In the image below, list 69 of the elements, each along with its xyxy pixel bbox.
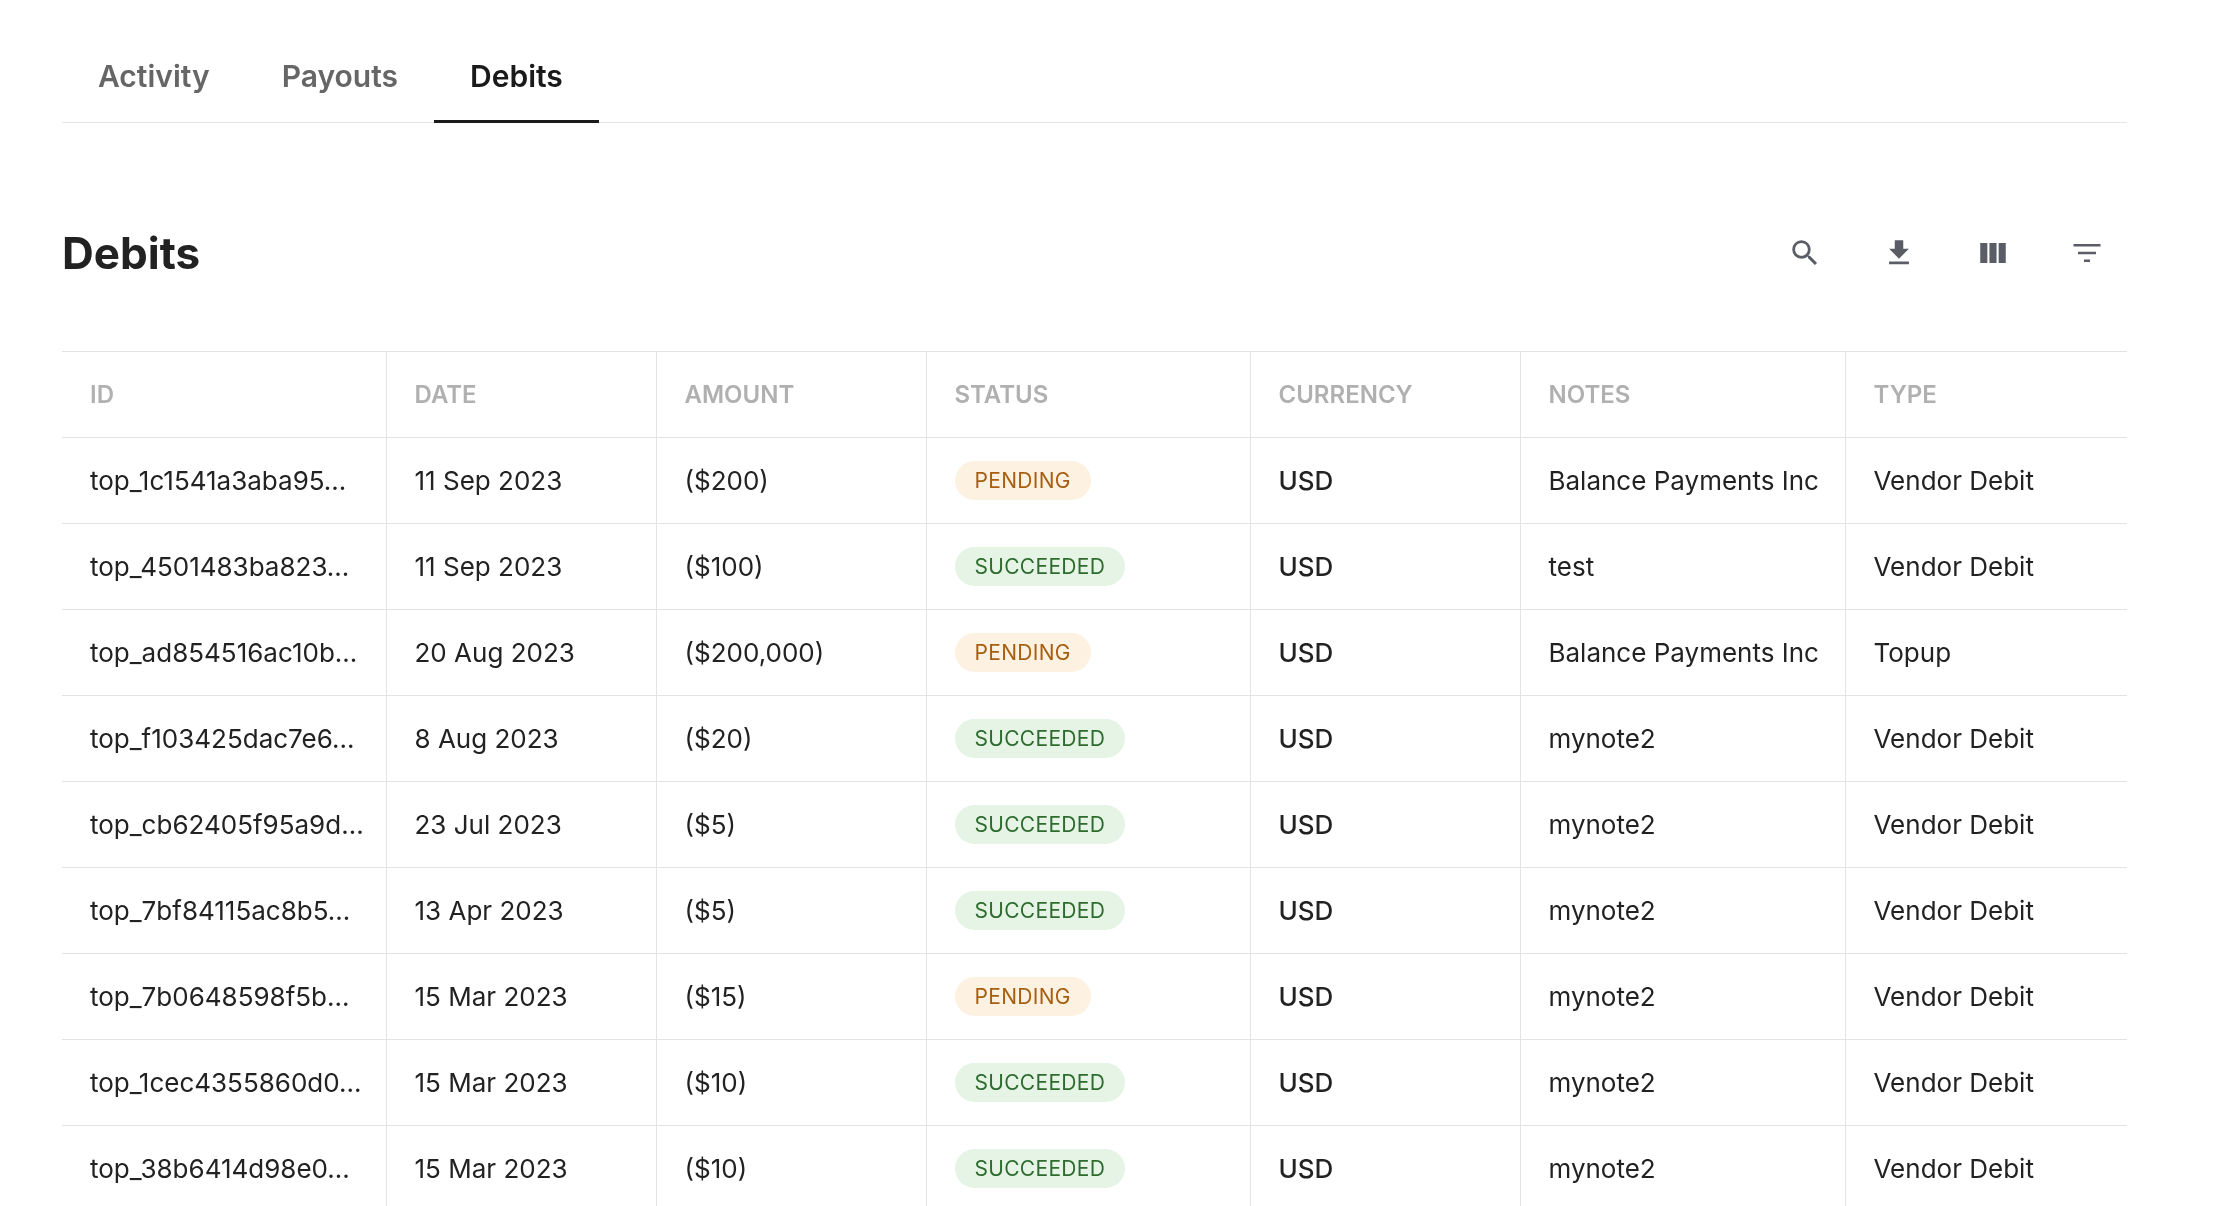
table-cell: ($200,000): [656, 609, 926, 696]
table-cell: mynote2: [1520, 1039, 1845, 1126]
table-cell: Balance Payments Inc: [1520, 437, 1845, 524]
column-header: AMOUNT: [656, 351, 926, 438]
column-header: DATE: [386, 351, 656, 438]
table-cell: USD: [1250, 695, 1520, 782]
table-cell: Vendor Debit: [1845, 781, 2127, 868]
table-cell: ($10): [656, 1039, 926, 1126]
table-cell: ($15): [656, 953, 926, 1040]
table-cell: Vendor Debit: [1845, 437, 2127, 524]
table-cell: top_4501483ba823...: [62, 523, 386, 610]
table-cell: USD: [1250, 781, 1520, 868]
table-cell: 11 Sep 2023: [386, 437, 656, 524]
table-cell: 13 Apr 2023: [386, 867, 656, 954]
table-cell: mynote2: [1520, 867, 1845, 954]
table-cell: ($20): [656, 695, 926, 782]
table-cell: top_7bf84115ac8b5...: [62, 867, 386, 954]
tab[interactable]: Payouts: [245, 52, 434, 123]
table-cell: 15 Mar 2023: [386, 1039, 656, 1126]
table-cell: ($100): [656, 523, 926, 610]
status-badge: PENDING: [954, 461, 1091, 500]
page-title: Debits: [62, 226, 201, 280]
table-cell: top_7b0648598f5b...: [62, 953, 386, 1040]
table-cell: 8 Aug 2023: [386, 695, 656, 782]
column-header: STATUS: [926, 351, 1250, 438]
table-cell: USD: [1250, 523, 1520, 610]
column-header: TYPE: [1845, 351, 2127, 438]
status-badge: SUCCEEDED: [954, 719, 1126, 758]
table-cell: Topup: [1845, 609, 2127, 696]
table-cell: 11 Sep 2023: [386, 523, 656, 610]
tab[interactable]: Debits: [434, 52, 599, 123]
status-badge: PENDING: [954, 977, 1091, 1016]
table-cell: 15 Mar 2023: [386, 953, 656, 1040]
table-cell: test: [1520, 523, 1845, 610]
table-cell: USD: [1250, 953, 1520, 1040]
table-cell: Vendor Debit: [1845, 523, 2127, 610]
table-cell: USD: [1250, 867, 1520, 954]
table-cell: top_ad854516ac10b...: [62, 609, 386, 696]
table-cell: USD: [1250, 437, 1520, 524]
table-cell: Vendor Debit: [1845, 1039, 2127, 1126]
tab[interactable]: Activity: [62, 52, 246, 123]
table-cell: Vendor Debit: [1845, 953, 2127, 1040]
status-badge: PENDING: [954, 633, 1091, 672]
table-cell: mynote2: [1520, 953, 1845, 1040]
table-cell: top_1c1541a3aba95...: [62, 437, 386, 524]
column-header: NOTES: [1520, 351, 1845, 438]
table-cell: Vendor Debit: [1845, 695, 2127, 782]
status-badge: SUCCEEDED: [954, 1063, 1126, 1102]
table-cell: ($5): [656, 867, 926, 954]
status-badge: SUCCEEDED: [954, 547, 1126, 586]
table-cell: mynote2: [1520, 695, 1845, 782]
table-cell: top_f103425dac7e6...: [62, 695, 386, 782]
table-cell: 23 Jul 2023: [386, 781, 656, 868]
table-cell: Vendor Debit: [1845, 867, 2127, 954]
status-badge: SUCCEEDED: [954, 891, 1126, 930]
status-badge: SUCCEEDED: [954, 1149, 1126, 1188]
status-badge: SUCCEEDED: [954, 805, 1126, 844]
table-cell: Balance Payments Inc: [1520, 609, 1845, 696]
table-cell: top_38b6414d98e0...: [62, 1125, 386, 1206]
table-cell: top_1cec4355860d0...: [62, 1039, 386, 1126]
table-cell: ($200): [656, 437, 926, 524]
column-header: ID: [62, 351, 386, 438]
table-cell: USD: [1250, 609, 1520, 696]
table-cell: ($5): [656, 781, 926, 868]
table-cell: USD: [1250, 1039, 1520, 1126]
column-header: CURRENCY: [1250, 351, 1520, 438]
table-cell: top_cb62405f95a9d...: [62, 781, 386, 868]
table-cell: mynote2: [1520, 781, 1845, 868]
table-cell: 20 Aug 2023: [386, 609, 656, 696]
